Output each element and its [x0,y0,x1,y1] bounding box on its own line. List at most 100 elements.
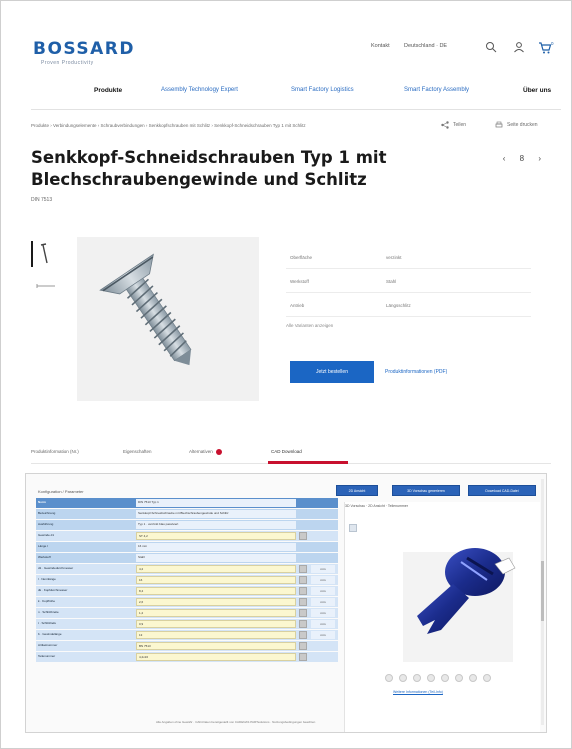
cad-2d-view-button[interactable]: 2D Ansicht [336,485,378,496]
parameter-input[interactable]: 8,4 [136,587,296,595]
all-variants-link[interactable]: Alle Varianten anzeigen [286,323,531,328]
dropdown-icon[interactable] [299,598,307,606]
cad-3d-viewer[interactable]: 3D Vorschau · 2D Ansicht · Teilenummer W… [344,502,540,732]
brand-logo[interactable]: BOSSARD Proven Productivity [33,39,135,66]
parameter-row: Artikelnummer BN 7513 [36,641,338,651]
parameter-row: dk · Kopfdurchmesser 8,4 mm [36,586,338,596]
share-label[interactable]: Teilen [453,122,466,128]
nav-item-smart-factory-logistics[interactable]: Smart Factory Logistics [291,87,354,93]
parameter-input[interactable]: 16 [136,576,296,584]
parameter-name: d1 · Gewindedurchmesser [38,566,74,570]
tab-alternatives[interactable]: Alternativen [189,449,222,455]
tab-product-info[interactable]: Produktinformation (Nr.) [31,449,79,454]
product-title: Senkkopf-Schneidschrauben Typ 1 mit Blec… [31,148,387,189]
screw-3d-model [417,548,516,634]
viewer-stage[interactable] [403,548,516,662]
viewer-measure-icon[interactable] [441,674,449,682]
parameter-name: Teilenummer [38,654,56,658]
user-icon[interactable] [513,41,525,53]
dropdown-icon[interactable] [299,653,307,661]
tab-alternatives-label: Alternativen [189,449,213,455]
attribute-value: verzinkt [386,255,402,260]
nav-item-assembly-expert[interactable]: Assembly Technology Expert [161,87,238,93]
parameter-unit: mm [311,620,335,628]
logo-text: BOSSARD [33,39,135,59]
nav-item-ueber-uns[interactable]: Über uns [523,87,551,94]
active-tab-indicator [268,461,348,464]
parameter-unit: mm [311,576,335,584]
contact-link[interactable]: Kontakt [371,43,390,49]
dropdown-icon[interactable] [299,576,307,584]
dropdown-icon[interactable] [299,587,307,595]
screw-image [99,253,192,366]
viewer-tool-icon[interactable] [349,524,357,532]
dropdown-icon[interactable] [299,642,307,650]
viewer-pan-icon[interactable] [413,674,421,682]
viewer-tabs[interactable]: 3D Vorschau · 2D Ansicht · Teilenummer [345,504,408,508]
logo-tagline: Proven Productivity [41,60,94,66]
viewer-controls [385,674,515,684]
thumbnail-product-image[interactable] [31,241,61,267]
dropdown-icon[interactable] [299,565,307,573]
order-button[interactable]: Jetzt bestellen [290,361,374,383]
print-label[interactable]: Seite drucken [507,122,538,128]
cad-3d-preview-button[interactable]: 3D Vorschau generieren [392,485,460,496]
search-icon[interactable] [485,41,497,53]
viewer-fit-icon[interactable] [427,674,435,682]
viewer-fullscreen-icon[interactable] [483,674,491,682]
viewer-settings-icon[interactable] [469,674,477,682]
parameter-unit: mm [311,565,335,573]
nav-item-produkte[interactable]: Produkte [94,87,122,94]
parameter-name: Artikelnummer [38,643,58,647]
parameter-input[interactable]: 1,2 [136,609,296,617]
product-main-image[interactable] [77,237,259,401]
cart-icon[interactable] [538,41,552,55]
country-selector[interactable]: Deutschland · DE [404,43,447,49]
parameter-input[interactable]: 13 [136,631,296,639]
parameter-input[interactable]: 4,2 [136,565,296,573]
cad-section-label: Konfiguration / Parameter [38,489,84,494]
tab-cad-download[interactable]: CAD Download [271,449,302,454]
viewer-rotate-icon[interactable] [385,674,393,682]
parameter-row: l · Nennlänge 16 mm [36,575,338,585]
dropdown-icon[interactable] [299,620,307,628]
print-icon[interactable] [495,121,503,129]
breadcrumb[interactable]: Produkte › Verbindungselemente › Schraub… [31,123,306,128]
dropdown-icon[interactable] [299,609,307,617]
cart-count: 0 [551,41,554,46]
viewer-section-icon[interactable] [455,674,463,682]
parameter-input[interactable]: BN 7513 [136,642,296,650]
thumbnail-drawing[interactable] [31,273,61,299]
parameter-row: t · Schlitztiefe 0,9 mm [36,619,338,629]
attribute-row: Oberfläche verzinkt [286,245,531,269]
parameter-row: Gewinde d1 ST 4,2 [36,531,338,541]
parameter-row: b · Gewindelänge 13 mm [36,630,338,640]
attribute-key: Antrieb [290,303,305,308]
dropdown-icon[interactable] [299,532,307,540]
parameter-name: b · Gewindelänge [38,632,62,636]
share-icon[interactable] [441,121,449,129]
parameter-name: Gewinde d1 [38,533,55,537]
parameter-value: 16 mm [136,543,296,551]
viewer-info-link[interactable]: Weitere Informationen (Teil-Info) [393,690,443,694]
cad-footer-note: Alle Angaben ohne Gewähr · CAD-Daten ber… [156,720,316,724]
parameter-input[interactable]: 0,9 [136,620,296,628]
dropdown-icon[interactable] [299,631,307,639]
cad-download-button[interactable]: Download CAD-Datei [468,485,536,496]
parameter-unit: mm [311,631,335,639]
parameter-input[interactable]: ST 4,2 [136,532,296,540]
cad-scrollbar-thumb[interactable] [541,561,544,621]
tab-properties[interactable]: Eigenschaften [123,449,152,454]
attribute-row: Werkstoff Stahl [286,269,531,293]
attribute-row: Antrieb Längsschlitz [286,293,531,317]
product-info-pdf-link[interactable]: Produktinformationen (PDF) [385,369,447,375]
nav-item-smart-factory-assembly[interactable]: Smart Factory Assembly [404,87,469,93]
parameter-row: d1 · Gewindedurchmesser 4,2 mm [36,564,338,574]
parameter-value: DIN 7513 Typ 1 [136,499,296,507]
parameter-name: Ausführung [38,522,54,526]
parameter-input[interactable]: 4,2x16 [136,653,296,661]
viewer-zoom-icon[interactable] [399,674,407,682]
screw-thumb-icon [40,243,48,264]
product-pager[interactable]: ‹ 8 › [503,154,547,163]
parameter-input[interactable]: 2,6 [136,598,296,606]
